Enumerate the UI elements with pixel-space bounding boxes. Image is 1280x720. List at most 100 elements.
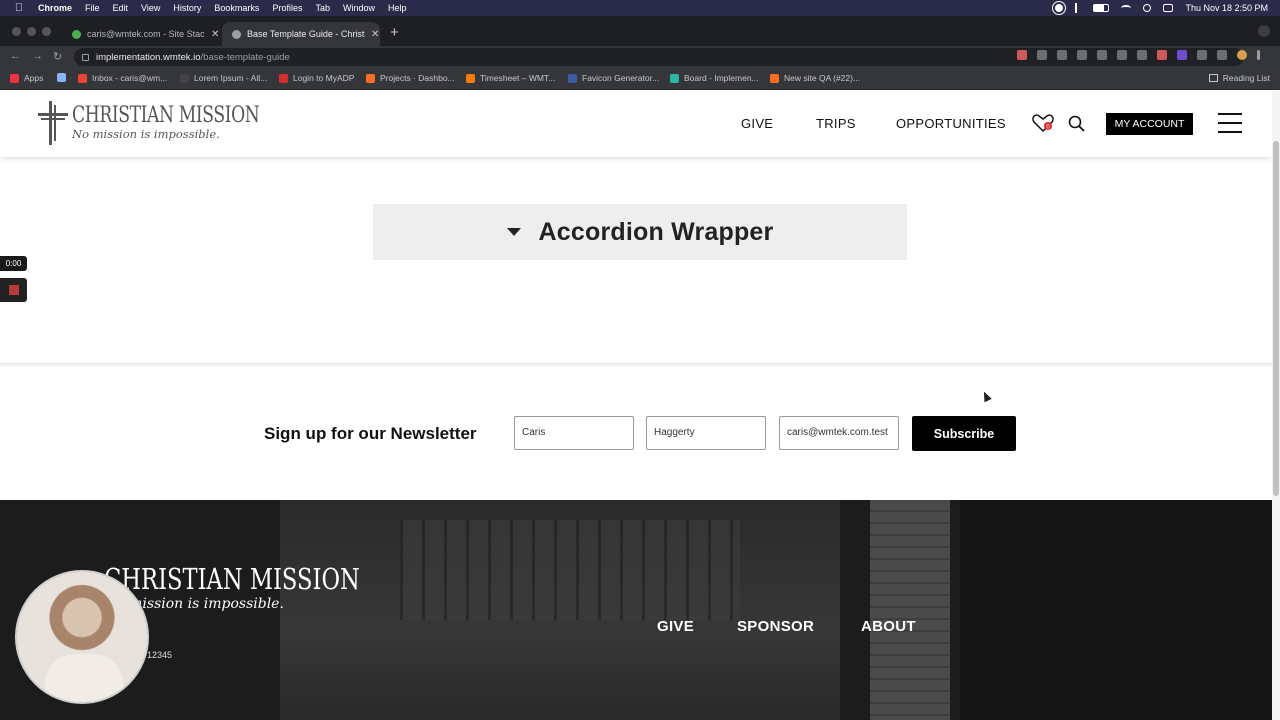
tab-favicon-icon	[232, 29, 241, 39]
menu-profiles[interactable]: Profiles	[272, 3, 302, 13]
bookmark-inbox[interactable]: Inbox - caris@wm...	[78, 73, 167, 83]
footer-zip: 12345	[147, 650, 173, 660]
tab-close-icon[interactable]: ✕	[211, 29, 219, 40]
footer-background-image	[400, 520, 740, 620]
search-icon[interactable]	[1068, 115, 1085, 132]
menu-app[interactable]: Chrome	[38, 3, 72, 13]
extension-icon[interactable]	[1177, 50, 1187, 60]
extension-icon[interactable]	[1197, 50, 1207, 60]
newsletter-title: Sign up for our Newsletter	[264, 424, 477, 443]
heart-cart-icon[interactable]: 0	[1032, 114, 1054, 132]
url-path: /base-template-guide	[200, 51, 290, 63]
adp-icon	[279, 73, 288, 83]
menu-tab[interactable]: Tab	[315, 3, 330, 13]
bookmark-new-site-qa[interactable]: New site QA (#22)...	[770, 73, 860, 83]
bookmark-lorem-ipsum[interactable]: Lorem Ipsum - All...	[180, 73, 267, 83]
stop-icon	[8, 285, 19, 295]
gmail-icon	[78, 73, 87, 83]
battery-icon[interactable]	[1093, 4, 1110, 12]
footer-link-sponsor[interactable]: SPONSOR	[737, 618, 814, 635]
bookmark-timesheet[interactable]: Timesheet – WMT...	[466, 73, 555, 83]
new-tab-plus-icon[interactable]: +	[390, 25, 399, 40]
tab-close-icon[interactable]: ✕	[371, 29, 379, 40]
reading-list[interactable]: Reading List	[1208, 73, 1270, 83]
bookmark-label: Timesheet – WMT...	[480, 73, 556, 83]
extension-icon[interactable]	[1077, 50, 1087, 60]
back-arrow-icon[interactable]: ←	[10, 50, 21, 62]
subscribe-button[interactable]: Subscribe	[912, 416, 1016, 451]
profile-avatar-icon[interactable]	[1237, 50, 1247, 60]
hamburger-menu-icon[interactable]	[1218, 113, 1242, 133]
favicon-generator-icon	[568, 73, 577, 83]
web-page: CHRISTIAN MISSION No mission is impossib…	[0, 91, 1280, 720]
extension-icon[interactable]	[1017, 50, 1027, 60]
menu-view[interactable]: View	[141, 3, 160, 13]
bookmark-label: Inbox - caris@wm...	[92, 73, 168, 83]
bookmark-label: Login to MyADP	[293, 73, 355, 83]
browser-tabstrip: caris@wmtek.com - Site Stack ✕ Base Temp…	[0, 16, 1280, 46]
extension-icon[interactable]	[1157, 50, 1167, 60]
caret-down-icon	[506, 228, 521, 236]
tab-site-stack[interactable]: caris@wmtek.com - Site Stack ✕	[62, 22, 220, 46]
control-center-icon[interactable]	[1163, 4, 1174, 12]
nav-opportunities[interactable]: OPPORTUNITIES	[896, 116, 1006, 131]
email-input[interactable]: caris@wmtek.com.test	[779, 416, 899, 450]
bluetooth-icon[interactable]	[1075, 3, 1081, 13]
accordion-toggle[interactable]: Accordion Wrapper	[373, 204, 907, 260]
menu-help[interactable]: Help	[388, 3, 407, 13]
bookmark-label: Favicon Generator...	[582, 73, 660, 83]
bookmark-board[interactable]: Board - Implemen...	[670, 73, 759, 83]
extension-icon[interactable]	[1137, 50, 1147, 60]
brightness-icon[interactable]	[1055, 4, 1064, 12]
extension-icon[interactable]	[1117, 50, 1127, 60]
puzzle-extensions-icon[interactable]	[1217, 50, 1227, 60]
menu-edit[interactable]: Edit	[113, 3, 129, 13]
gitlab-icon	[770, 73, 779, 83]
footer-link-about[interactable]: ABOUT	[861, 618, 916, 635]
folder-icon	[57, 73, 66, 82]
page-scrollbar[interactable]	[1272, 91, 1280, 720]
bookmark-projects[interactable]: Projects · Dashbo...	[366, 73, 455, 83]
reload-icon[interactable]: ↻	[53, 50, 62, 63]
footer-logo-title[interactable]: CHRISTIAN MISSION	[104, 562, 360, 596]
extension-icon[interactable]	[1097, 50, 1107, 60]
hamburger-line	[1218, 113, 1242, 115]
nav-trips[interactable]: TRIPS	[816, 116, 856, 131]
close-window-button[interactable]	[12, 27, 21, 36]
extension-icon[interactable]	[1057, 50, 1067, 60]
bookmark-favicon-generator[interactable]: Favicon Generator...	[568, 73, 659, 83]
my-account-button[interactable]: MY ACCOUNT	[1106, 113, 1193, 135]
recording-stop-button[interactable]	[0, 278, 27, 302]
webcam-bubble	[15, 570, 149, 704]
apple-icon[interactable]: 	[12, 1, 26, 15]
reading-list-label: Reading List	[1222, 73, 1270, 83]
board-icon	[670, 73, 679, 83]
menubar-clock[interactable]: Thu Nov 18 2:50 PM	[1185, 3, 1268, 13]
bookmark-folder[interactable]	[57, 73, 71, 82]
site-logo[interactable]: CHRISTIAN MISSION No mission is impossib…	[38, 101, 260, 147]
cross-logo-icon	[38, 101, 68, 145]
bookmark-apps[interactable]: Apps	[10, 73, 43, 83]
menu-window[interactable]: Window	[343, 3, 375, 13]
lock-icon[interactable]	[82, 53, 89, 61]
menu-file[interactable]: File	[85, 3, 100, 13]
tab-base-template-guide[interactable]: Base Template Guide - Christia ✕	[222, 22, 380, 46]
tab-search-icon[interactable]	[1258, 25, 1270, 37]
kebab-menu-icon[interactable]	[1257, 50, 1260, 60]
wifi-icon[interactable]	[1121, 5, 1132, 11]
minimize-window-button[interactable]	[27, 27, 36, 36]
bookmark-myadp[interactable]: Login to MyADP	[279, 73, 354, 83]
menu-bookmarks[interactable]: Bookmarks	[214, 3, 259, 13]
logo-title: CHRISTIAN MISSION	[72, 103, 260, 128]
apps-grid-icon	[10, 73, 19, 83]
first-name-input[interactable]: Caris	[514, 416, 634, 450]
scrollbar-thumb[interactable]	[1273, 141, 1279, 496]
zoom-window-button[interactable]	[42, 27, 51, 36]
forward-arrow-icon[interactable]: →	[32, 50, 43, 62]
spotlight-icon[interactable]	[1143, 4, 1152, 12]
last-name-input[interactable]: Haggerty	[646, 416, 766, 450]
footer-link-give[interactable]: GIVE	[657, 618, 694, 635]
menu-history[interactable]: History	[173, 3, 201, 13]
bookmark-star-icon[interactable]	[1037, 50, 1047, 60]
nav-give[interactable]: GIVE	[741, 116, 773, 131]
